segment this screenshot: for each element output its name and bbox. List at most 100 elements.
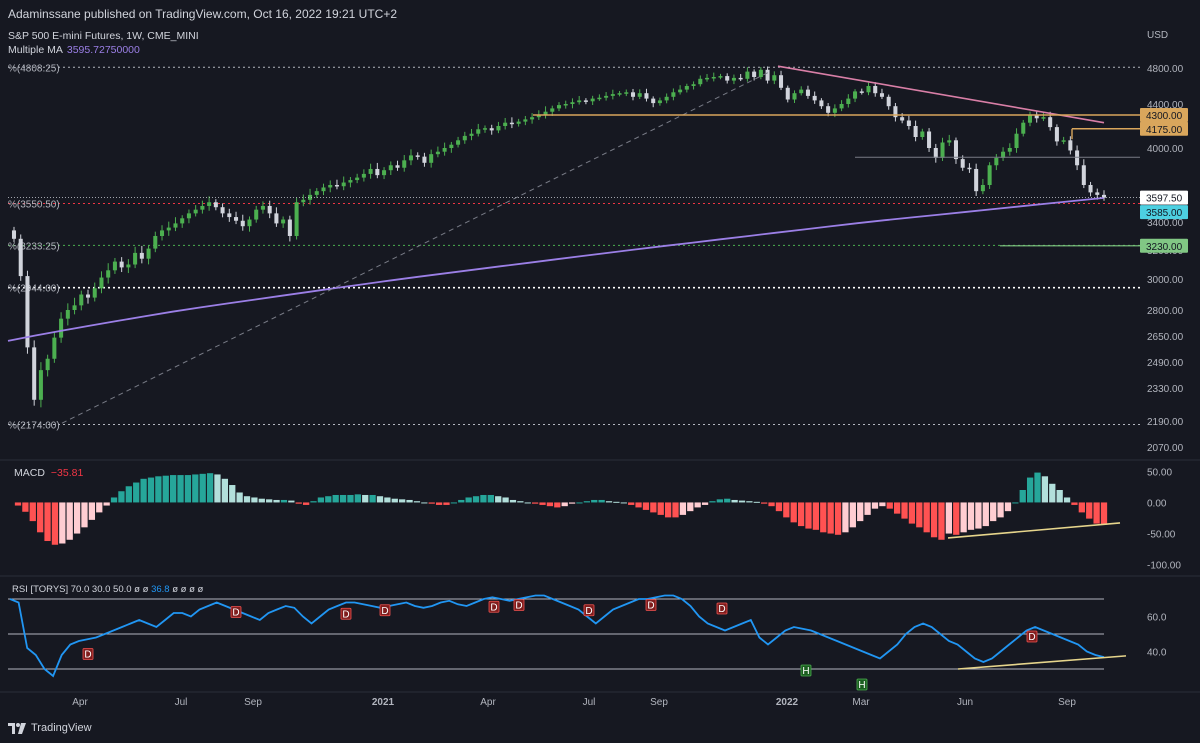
candle-body [469, 133, 474, 136]
macd-bar [118, 491, 125, 503]
ma-legend[interactable]: Multiple MA 3595.72750000 [8, 44, 140, 56]
candle-body [523, 119, 528, 122]
x-tick-label: Jul [583, 697, 596, 708]
macd-bar [125, 486, 132, 503]
macd-bar [1034, 472, 1041, 503]
macd-legend-value: −35.81 [50, 467, 84, 479]
chart-root: USD4800.004400.004000.003400.003200.0030… [0, 0, 1200, 743]
candle-body [630, 92, 636, 97]
candle-body [1061, 140, 1066, 142]
ma-legend-label: Multiple MA [8, 44, 63, 56]
y-tick-label: 2490.00 [1147, 358, 1184, 369]
macd-bar [664, 502, 672, 518]
candle-body [758, 69, 763, 77]
macd-bar [88, 502, 96, 520]
candle-body [355, 177, 360, 181]
candle-body [570, 102, 575, 104]
macd-bar [347, 494, 354, 503]
candle-body [1081, 165, 1086, 185]
candle-body [1007, 148, 1012, 152]
macd-bar [37, 502, 44, 533]
macd-bar [827, 502, 834, 534]
x-tick-label: Sep [650, 697, 668, 708]
candle-body [900, 117, 905, 121]
candle-body [193, 209, 198, 214]
macd-bar [133, 482, 140, 503]
candle-body [361, 173, 366, 178]
fib-level-label: %(4808.25) [8, 63, 60, 74]
candle-body [328, 185, 333, 188]
macd-bar [916, 502, 923, 528]
candle-body [671, 92, 676, 97]
y-tick-label: 4000.00 [1147, 144, 1184, 155]
candle-body [301, 199, 306, 203]
candle-body [785, 87, 790, 100]
macd-bar [243, 496, 251, 503]
candle-body [260, 205, 265, 210]
y-tick-label: 3400.00 [1147, 218, 1184, 229]
macd-bar [103, 502, 110, 506]
candle-body [637, 93, 642, 97]
rsi-marker-label: D [342, 609, 349, 620]
candle-body [133, 252, 138, 265]
candle-body [705, 77, 710, 80]
x-tick-label: 2022 [776, 697, 799, 708]
x-tick-label: Jun [957, 697, 973, 708]
macd-bar [960, 502, 967, 533]
candle-body [920, 131, 925, 137]
candle-body [980, 185, 985, 192]
candle-body [846, 98, 851, 104]
rsi-marker-label: D [718, 604, 725, 615]
candle-body [933, 148, 938, 158]
candle-body [832, 108, 837, 113]
macd-bar [1056, 490, 1063, 503]
macd-bar [820, 502, 827, 533]
candle-body [227, 213, 232, 218]
macd-bar [546, 502, 554, 507]
candle-body [382, 170, 387, 176]
macd-bar [81, 502, 88, 528]
candle-body [321, 187, 326, 192]
macd-bar [923, 502, 930, 533]
candle-body [32, 347, 37, 400]
macd-legend-label: MACD [14, 467, 45, 479]
macd-bar [945, 502, 952, 534]
macd-bar [687, 502, 694, 512]
rsi-marker-label: D [381, 606, 388, 617]
rsi-legend[interactable]: RSI [TORYS] 70.0 30.0 50.0 ø ø 36.8 ø ø … [12, 584, 203, 595]
macd-bar [886, 502, 893, 509]
candle-body [368, 168, 373, 174]
brand-footer[interactable]: TradingView [8, 722, 92, 734]
y-tick-label: 2330.00 [1147, 384, 1184, 395]
candle-body [940, 142, 945, 158]
macd-bar [894, 502, 901, 514]
candle-body [503, 122, 508, 126]
macd-bar [709, 501, 716, 503]
x-tick-label: Sep [1058, 697, 1076, 708]
symbol-legend[interactable]: S&P 500 E-mini Futures, 1W, CME_MINI [8, 30, 199, 42]
candle-body [1021, 122, 1026, 134]
macd-y-tick: -100.00 [1147, 561, 1181, 572]
candle-body [819, 100, 824, 107]
macd-bar [450, 502, 458, 504]
macd-bar [22, 502, 29, 512]
macd-bar [458, 499, 465, 503]
macd-bar [229, 485, 236, 503]
macd-legend[interactable]: MACD −35.81 [14, 467, 83, 479]
macd-bar [480, 494, 487, 503]
macd-bar [317, 497, 325, 503]
macd-bar [1063, 497, 1071, 503]
macd-bar [620, 502, 627, 504]
macd-bar [834, 502, 842, 535]
candle-body [489, 128, 494, 131]
macd-bar [362, 494, 369, 503]
macd-bar [221, 478, 228, 503]
macd-bar [192, 474, 199, 503]
publisher-line: Adaminssane published on TradingView.com… [8, 7, 398, 21]
chart-canvas[interactable]: USD4800.004400.004000.003400.003200.0030… [0, 0, 1200, 743]
candle-body [624, 92, 629, 94]
macd-bar [568, 502, 576, 504]
candle-body [906, 120, 911, 126]
macd-bar [140, 478, 147, 503]
price-tag-label: 3585.00 [1146, 208, 1183, 219]
